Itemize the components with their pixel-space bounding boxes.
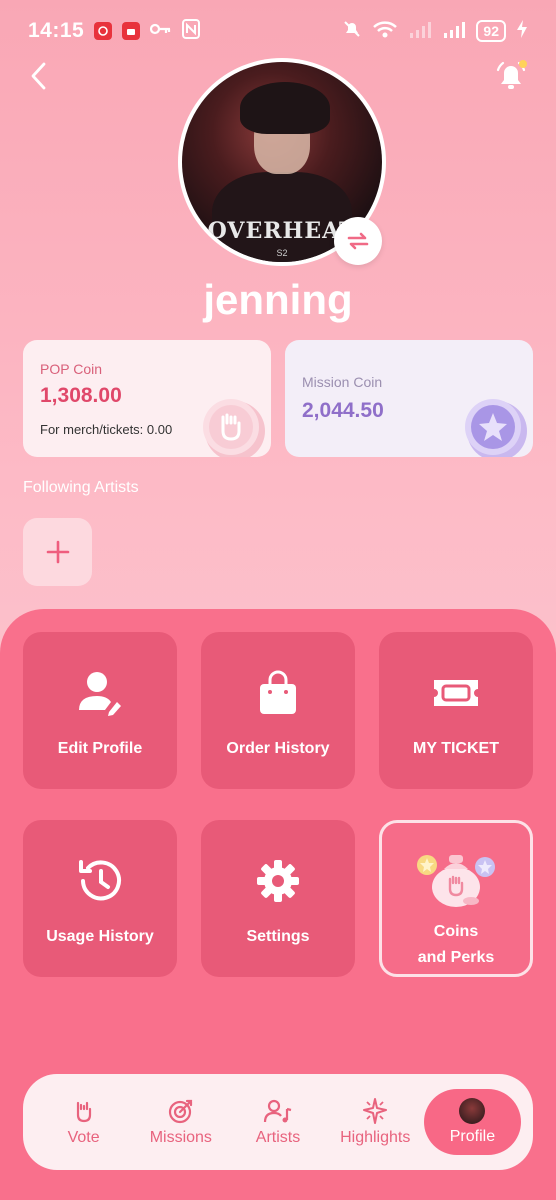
nav-artists-label: Artists [255, 1129, 301, 1146]
nav-artists[interactable]: Artists [229, 1089, 326, 1155]
clock: 14:15 [28, 19, 85, 42]
mission-coin-icon [465, 399, 527, 457]
pop-coin-value: 1,308.00 [40, 384, 122, 407]
username: jenning [203, 276, 353, 323]
shopping-bag-icon [260, 670, 296, 714]
nav-missions-label: Missions [149, 1129, 212, 1146]
nav-vote-label: Vote [67, 1129, 100, 1146]
status-bar: 14:15 92 [0, 0, 556, 62]
history-icon [79, 860, 121, 901]
nav-profile[interactable]: Profile [423, 1089, 522, 1155]
pop-coin-label: POP Coin [40, 361, 102, 377]
nav-profile-label: Profile [449, 1128, 496, 1145]
pop-coin-icon [203, 399, 265, 457]
pop-coin-sub: For merch/tickets: 0.00 [40, 422, 173, 437]
pop-coin-card[interactable]: POP Coin 1,308.00 For merch/tickets: 0.0… [23, 340, 271, 457]
artist-music-icon [263, 1099, 292, 1123]
signal-icon [442, 19, 466, 44]
edit-profile-tile[interactable]: Edit Profile [23, 632, 177, 789]
signal-weak-icon [408, 19, 432, 44]
chevron-left-icon [31, 62, 46, 90]
nav-missions[interactable]: Missions [132, 1089, 229, 1155]
mission-coin-card[interactable]: Mission Coin 2,044.50 [285, 340, 533, 457]
add-artist-button[interactable] [23, 518, 92, 586]
notifications-button[interactable] [493, 58, 529, 94]
profile-avatar-icon [459, 1098, 486, 1124]
nav-highlights[interactable]: Highlights [327, 1089, 424, 1155]
sparkle-icon [363, 1098, 388, 1124]
mission-coin-label: Mission Coin [302, 374, 383, 390]
gear-icon [257, 860, 299, 902]
my-ticket-label: MY TICKET [413, 740, 499, 757]
key-icon [150, 22, 172, 41]
following-artists-label: Following Artists [23, 479, 139, 496]
notification-dot [519, 60, 527, 68]
plus-icon [46, 540, 69, 564]
ticket-icon [434, 680, 478, 706]
wifi-icon [372, 19, 398, 44]
charging-icon [516, 19, 528, 44]
battery-level: 92 [476, 20, 506, 42]
target-icon [168, 1099, 192, 1124]
bottom-navigation: Vote Missions Artists Highlights Profile [23, 1074, 533, 1170]
nfc-icon [182, 18, 201, 44]
nav-vote[interactable]: Vote [35, 1089, 132, 1155]
coin-bag-icon [417, 855, 495, 907]
my-ticket-tile[interactable]: MY TICKET [379, 632, 533, 789]
swap-icon [347, 232, 369, 250]
usage-history-label: Usage History [46, 928, 154, 945]
back-button[interactable] [26, 60, 54, 92]
mute-icon [342, 19, 362, 44]
switch-avatar-button[interactable] [334, 217, 382, 265]
coins-and-perks-label: Coins and Perks [417, 923, 495, 966]
shopping-app-icon [122, 22, 141, 40]
order-history-tile[interactable]: Order History [201, 632, 355, 789]
edit-profile-label: Edit Profile [57, 740, 143, 757]
user-edit-icon [79, 672, 121, 716]
usage-history-tile[interactable]: Usage History [23, 820, 177, 977]
order-history-label: Order History [226, 740, 330, 757]
coins-and-perks-tile[interactable]: Coins and Perks [379, 820, 533, 977]
notification-app-icon [94, 22, 113, 40]
settings-tile[interactable]: Settings [201, 820, 355, 977]
nav-highlights-label: Highlights [340, 1129, 411, 1146]
settings-label: Settings [246, 928, 310, 945]
rock-hand-icon [76, 1101, 91, 1123]
mission-coin-value: 2,044.50 [302, 399, 384, 422]
